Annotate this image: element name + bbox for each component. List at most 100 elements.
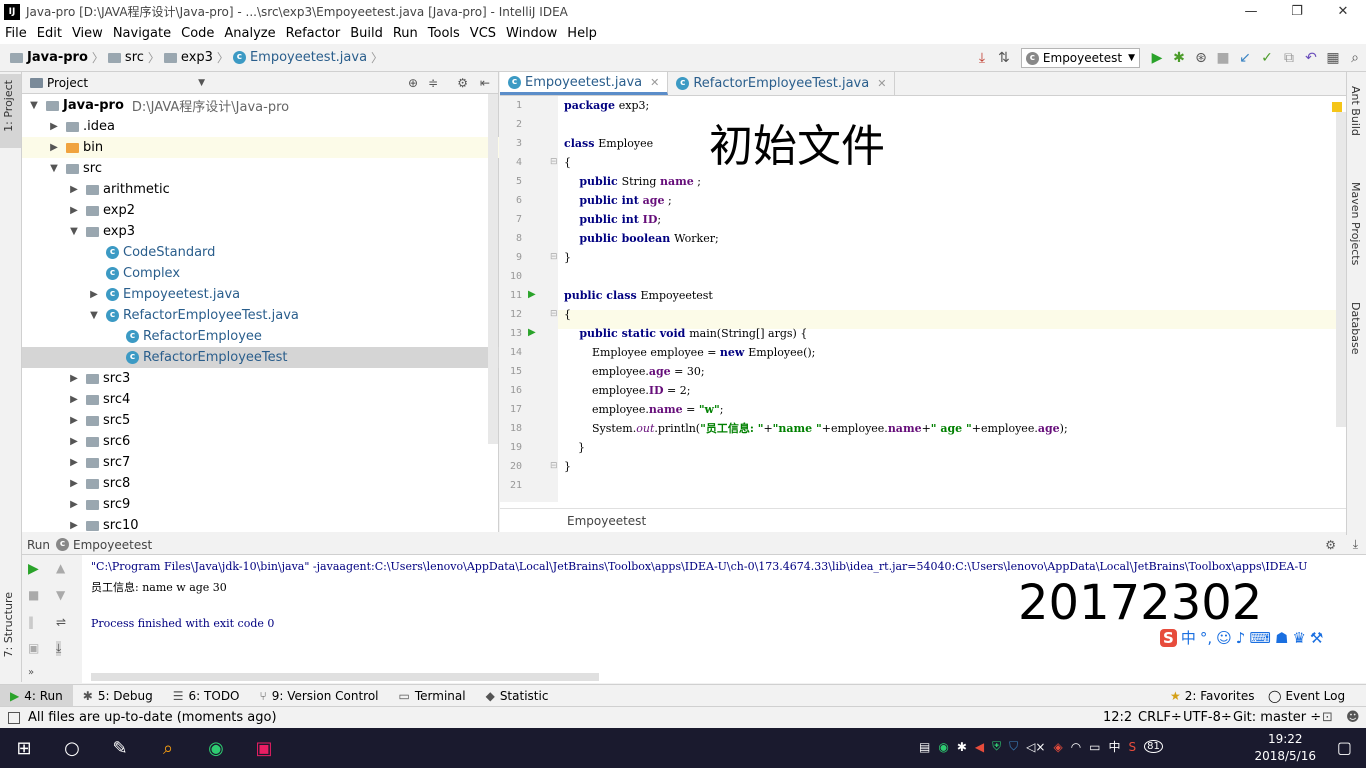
windows-start-icon[interactable]: ⊞ (0, 728, 48, 768)
expand-arrow-icon[interactable]: ▶ (68, 436, 80, 447)
tray-battery-badge[interactable]: 81 (1144, 740, 1163, 753)
run-config-select[interactable]: c Empoyeetest ▼ (1020, 48, 1140, 68)
run-gutter-icon[interactable]: ▶ (528, 327, 536, 338)
menu-window[interactable]: Window (501, 26, 562, 41)
tab-structure[interactable]: 7: Structure (2, 592, 15, 657)
tree-item[interactable]: ▶ src9 (22, 494, 499, 515)
line-separator[interactable]: CRLF÷ (1138, 710, 1182, 725)
expand-arrow-icon[interactable]: ▶ (68, 520, 80, 531)
menu-edit[interactable]: Edit (32, 26, 67, 41)
tree-item[interactable]: ▶ .idea (22, 116, 499, 137)
editor-tab[interactable]: c RefactorEmployeeTest.java ✕ (668, 72, 896, 95)
fold-icon[interactable]: ⊟ (550, 157, 558, 167)
download-icon[interactable]: ⤓ (971, 47, 993, 69)
run-panel-config[interactable]: Empoyeetest (73, 538, 152, 552)
expand-arrow-icon[interactable]: ▶ (48, 142, 60, 153)
tray-bluetooth-icon[interactable]: ✱ (957, 740, 967, 754)
tree-item[interactable]: ▶ c Empoyeetest.java (22, 284, 499, 305)
run-gutter-icon[interactable]: ▶ (528, 289, 536, 300)
bottom-tab[interactable]: ✱ 5: Debug (73, 685, 163, 707)
editor-tab[interactable]: c Empoyeetest.java ✕ (500, 72, 669, 95)
fold-icon[interactable]: ⊟ (550, 309, 558, 319)
tray-defender-icon[interactable]: ⛉ (1009, 739, 1018, 754)
expand-arrow-icon[interactable]: ▼ (28, 100, 40, 111)
menu-file[interactable]: File (0, 26, 32, 41)
scroll-down-icon[interactable]: ▼ (56, 588, 65, 602)
skin-icon[interactable]: ♛ (1292, 629, 1305, 647)
expand-arrow-icon[interactable]: ▼ (48, 163, 60, 174)
tree-item[interactable]: ▶ src10 (22, 515, 499, 536)
expand-arrow-icon[interactable]: ▶ (68, 373, 80, 384)
people-icon[interactable]: ☗ (1275, 629, 1288, 647)
expand-arrow-icon[interactable]: ▶ (68, 499, 80, 510)
fold-icon[interactable]: ⊟ (550, 252, 558, 262)
camera-icon[interactable]: ▣ (28, 641, 39, 655)
code-area[interactable]: package exp3; class Employee { public Stri… (558, 96, 1332, 502)
menu-analyze[interactable]: Analyze (219, 26, 280, 41)
scroll-end-icon[interactable]: ⤓ (56, 641, 62, 656)
menu-refactor[interactable]: Refactor (281, 26, 346, 41)
lock-icon[interactable]: ⊡ (1322, 710, 1333, 725)
expand-arrow-icon[interactable]: ▼ (88, 310, 100, 321)
expand-arrow-icon[interactable]: ▶ (88, 289, 100, 300)
tab-maven-projects[interactable]: Maven Projects (1349, 182, 1362, 265)
menu-help[interactable]: Help (562, 26, 602, 41)
expand-arrow-icon[interactable]: ▶ (48, 121, 60, 132)
menu-navigate[interactable]: Navigate (108, 26, 176, 41)
project-panel-title[interactable]: Project (47, 76, 88, 90)
bottom-tab[interactable]: ▶ 4: Run (0, 684, 73, 707)
tree-item[interactable]: ▶ src5 (22, 410, 499, 431)
hide-icon[interactable]: ⇤ (480, 76, 490, 90)
breadcrumb-src[interactable]: src (125, 50, 144, 65)
notification-icon[interactable]: ▢ (1337, 738, 1352, 757)
tree-item[interactable]: ▶ src6 (22, 431, 499, 452)
menu-vcs[interactable]: VCS (465, 26, 501, 41)
event-log-tab[interactable]: ◯ Event Log (1258, 685, 1355, 707)
favorites-tab[interactable]: ★ 2: Favorites (1160, 685, 1264, 707)
tree-item[interactable]: ▶ src8 (22, 473, 499, 494)
vcs-update-icon[interactable]: ↙ (1234, 47, 1256, 69)
output-scrollbar[interactable] (91, 673, 599, 681)
restore-button[interactable]: ❐ (1274, 0, 1320, 23)
tab-ant-build[interactable]: Ant Build (1349, 86, 1362, 136)
bottom-tab[interactable]: ⑂ 9: Version Control (250, 685, 389, 707)
tree-item[interactable]: ▼ src (22, 158, 499, 179)
browser-icon[interactable]: ◉ (192, 728, 240, 768)
rerun-icon[interactable]: ▶ (28, 561, 39, 577)
file-encoding[interactable]: UTF-8÷ (1183, 710, 1232, 725)
chevron-down-icon[interactable]: ▼ (198, 78, 205, 88)
expand-arrow-icon[interactable]: ▶ (68, 457, 80, 468)
expand-arrow-icon[interactable]: ▶ (68, 478, 80, 489)
tray-sogou-icon[interactable]: S (1129, 740, 1137, 754)
intellij-taskbar-icon[interactable]: ▣ (240, 728, 288, 768)
tray-arrow-icon[interactable]: ◀ (975, 740, 984, 754)
stop-icon[interactable]: ■ (28, 588, 39, 602)
tree-item[interactable]: c Complex (22, 263, 499, 284)
tab-database[interactable]: Database (1349, 302, 1362, 355)
bottom-tab[interactable]: ▭ Terminal (389, 685, 476, 707)
pause-icon[interactable]: ‖ (28, 615, 34, 629)
sogou-icon[interactable]: S (1160, 628, 1177, 647)
debug-icon[interactable]: ✱ (1168, 47, 1190, 69)
menu-run[interactable]: Run (388, 26, 423, 41)
vcs-commit-icon[interactable]: ✓ (1256, 47, 1278, 69)
locate-icon[interactable]: ⊕ (408, 76, 418, 90)
menu-build[interactable]: Build (345, 26, 388, 41)
tray-icon[interactable]: ▤ (919, 740, 930, 754)
mic-icon[interactable]: ♪ (1236, 629, 1246, 647)
soft-wrap-icon[interactable]: ⇌ (56, 615, 66, 629)
tab-project[interactable]: 1: Project (2, 80, 15, 132)
collapse-icon[interactable]: ≑ (428, 76, 438, 90)
close-icon[interactable]: ✕ (650, 76, 659, 89)
tree-item[interactable]: ▼ Java-pro D:\JAVA程序设计\Java-pro (22, 95, 499, 116)
gear-icon[interactable]: ⚙ (1325, 538, 1336, 552)
editor-scrollbar[interactable] (1336, 112, 1346, 427)
breadcrumb-package[interactable]: exp3 (181, 50, 213, 65)
menu-code[interactable]: Code (176, 26, 219, 41)
close-button[interactable]: ✕ (1320, 0, 1366, 23)
close-icon[interactable]: ✕ (877, 77, 886, 90)
expand-arrow-icon[interactable]: ▼ (68, 226, 80, 237)
scroll-up-icon[interactable]: ▲ (56, 561, 65, 575)
tree-item[interactable]: ▼ exp3 (22, 221, 499, 242)
tree-item[interactable]: ▶ bin (22, 137, 499, 158)
